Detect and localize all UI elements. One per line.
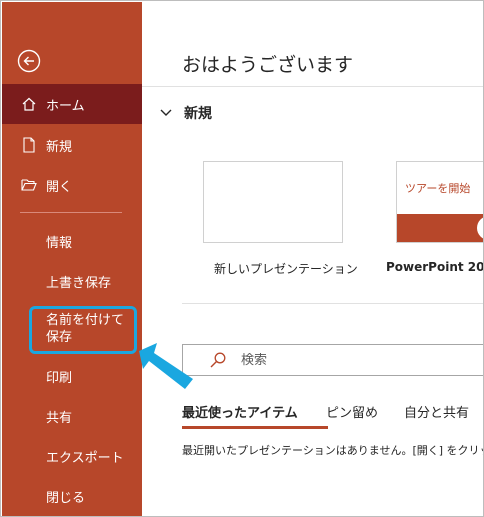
sidebar-item-export[interactable]: エクスポート [2, 446, 142, 466]
tab-shared[interactable]: 自分と共有 [404, 402, 469, 421]
header-divider [142, 86, 483, 87]
template-label-blank[interactable]: 新しいプレゼンテーション [214, 260, 358, 277]
new-section-toggle[interactable]: 新規 [160, 103, 212, 123]
sidebar-item-new[interactable]: 新規 [2, 135, 142, 155]
sidebar-item-share[interactable]: 共有 [2, 406, 142, 426]
sidebar-item-label: 閉じる [46, 490, 86, 506]
section-divider [182, 303, 483, 304]
sidebar-item-label: エクスポート [46, 450, 124, 466]
tour-preview-text: ツアーを開始 [405, 182, 471, 195]
empty-recent-message: 最近開いたプレゼンテーションはありません。[開く] をクリックして プ [182, 444, 483, 457]
template-label-tour[interactable]: PowerPoint 201 [386, 260, 483, 274]
chevron-down-icon [160, 109, 174, 117]
search-box[interactable] [182, 344, 483, 376]
back-button[interactable] [16, 48, 42, 74]
sidebar-item-home[interactable]: ホーム [2, 84, 142, 124]
backstage-main: おはようございます 新規 新しいプレゼンテーション ツアーを開始 PowerPo… [142, 2, 483, 516]
tour-preview-band [397, 214, 483, 242]
back-arrow-icon [17, 49, 41, 73]
sidebar-item-label: 新規 [46, 139, 73, 155]
search-icon [209, 352, 227, 368]
sidebar-item-label: 開く [46, 179, 73, 195]
folder-open-icon [20, 176, 38, 194]
sidebar-item-label: 共有 [46, 410, 73, 426]
sidebar-item-save[interactable]: 上書き保存 [2, 271, 142, 291]
backstage-sidebar: ホーム 新規 開く 情報 上書き保存 名前を付けて保存 印刷 共有 エクスポート… [2, 2, 142, 516]
sidebar-item-print[interactable]: 印刷 [2, 366, 142, 386]
search-input[interactable] [241, 352, 441, 368]
callout-pointer-icon [139, 343, 193, 389]
greeting-text: おはようございます [182, 54, 354, 76]
tour-template-thumbnail[interactable]: ツアーを開始 [396, 161, 483, 243]
section-title: 新規 [184, 106, 212, 122]
blank-presentation-thumbnail[interactable] [203, 161, 343, 243]
sidebar-item-label: 情報 [46, 235, 73, 251]
sidebar-item-label: 上書き保存 [46, 275, 112, 291]
home-icon [20, 95, 38, 113]
sidebar-item-close[interactable]: 閉じる [2, 486, 142, 506]
sidebar-item-label: ホーム [46, 98, 85, 114]
backstage-window: ホーム 新規 開く 情報 上書き保存 名前を付けて保存 印刷 共有 エクスポート… [0, 0, 484, 517]
sidebar-item-label: 印刷 [46, 370, 73, 386]
tab-recent[interactable]: 最近使ったアイテム [182, 402, 298, 421]
tab-pinned[interactable]: ピン留め [326, 402, 378, 421]
new-file-icon [20, 136, 38, 154]
sidebar-item-open[interactable]: 開く [2, 175, 142, 195]
sidebar-item-label: 名前を付けて保存 [46, 313, 125, 345]
sidebar-item-save-as[interactable]: 名前を付けて保存 [46, 312, 136, 346]
active-tab-indicator [182, 426, 328, 429]
sidebar-divider [20, 212, 122, 213]
sidebar-item-info[interactable]: 情報 [2, 231, 142, 251]
